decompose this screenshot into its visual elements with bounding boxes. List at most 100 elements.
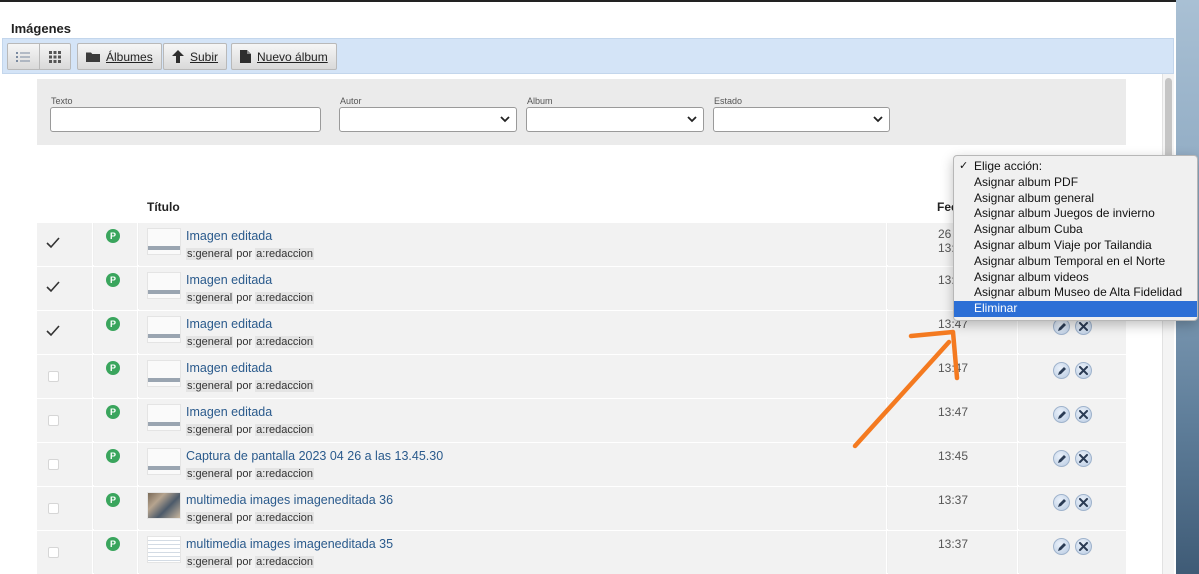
action-menu-item[interactable]: Asignar album Museo de Alta Fidelidad	[954, 285, 1197, 301]
row-select-cell[interactable]	[37, 267, 93, 310]
by-label: por	[236, 380, 253, 392]
image-thumbnail[interactable]	[147, 228, 181, 255]
row-main-cell: multimedia images imageneditada 35 s:gene…	[139, 531, 887, 574]
author-tag[interactable]: a:redaccion	[255, 380, 315, 392]
view-toggle-group	[7, 43, 71, 70]
section-tag[interactable]: s:general	[186, 336, 234, 348]
checkmark-icon[interactable]	[45, 236, 61, 250]
edit-button[interactable]	[1053, 406, 1070, 423]
action-menu-item[interactable]: Asignar album Juegos de invierno	[954, 206, 1197, 222]
row-time: 13:45	[938, 449, 969, 463]
section-tag[interactable]: s:general	[186, 248, 234, 260]
list-view-button[interactable]	[8, 44, 39, 69]
pencil-icon	[1057, 366, 1066, 375]
column-header-title[interactable]: Título	[147, 200, 180, 214]
action-menu-item-label: Asignar album videos	[974, 269, 1089, 284]
action-menu-item[interactable]: Asignar album Viaje por Tailandia	[954, 238, 1197, 254]
section-tag[interactable]: s:general	[186, 468, 234, 480]
author-tag[interactable]: a:redaccion	[255, 424, 315, 436]
image-meta: s:general por a:redaccion	[186, 336, 315, 348]
author-tag[interactable]: a:redaccion	[255, 292, 315, 304]
upload-button[interactable]: Subir	[163, 43, 228, 70]
checkmark-icon[interactable]	[45, 280, 61, 294]
row-checkbox[interactable]	[48, 415, 59, 426]
author-tag[interactable]: a:redaccion	[255, 248, 315, 260]
section-tag[interactable]: s:general	[186, 380, 234, 392]
row-select-cell[interactable]	[37, 311, 93, 354]
action-menu-item[interactable]: Asignar album videos	[954, 270, 1197, 286]
delete-button[interactable]	[1075, 450, 1092, 467]
checkmark-icon[interactable]	[45, 324, 61, 338]
image-title-link[interactable]: Imagen editada	[186, 229, 272, 243]
image-title-link[interactable]: Imagen editada	[186, 361, 272, 375]
row-time: 13:47	[938, 405, 969, 419]
image-thumbnail[interactable]	[147, 316, 181, 343]
grid-view-button[interactable]	[38, 44, 70, 69]
edit-button[interactable]	[1053, 494, 1070, 511]
image-title-link[interactable]: multimedia images imageneditada 35	[186, 537, 393, 551]
action-menu-item[interactable]: ✓ Elige acción:	[954, 159, 1197, 175]
row-select-cell[interactable]	[37, 443, 93, 486]
action-menu-item[interactable]: Asignar album Cuba	[954, 222, 1197, 238]
image-title-link[interactable]: Imagen editada	[186, 405, 272, 419]
state-filter-select[interactable]	[713, 107, 890, 132]
delete-button[interactable]	[1075, 494, 1092, 511]
author-tag[interactable]: a:redaccion	[255, 512, 315, 524]
new-album-button[interactable]: Nuevo álbum	[231, 43, 337, 70]
album-filter-select[interactable]	[526, 107, 704, 132]
pencil-icon	[1057, 542, 1066, 551]
image-title-link[interactable]: multimedia images imageneditada 36	[186, 493, 393, 507]
pencil-icon	[1057, 322, 1066, 331]
edit-button[interactable]	[1053, 362, 1070, 379]
author-tag[interactable]: a:redaccion	[255, 468, 315, 480]
image-thumbnail[interactable]	[147, 272, 181, 299]
action-menu-item[interactable]: Asignar album Temporal en el Norte	[954, 254, 1197, 270]
image-title-link[interactable]: Imagen editada	[186, 273, 272, 287]
section-tag[interactable]: s:general	[186, 424, 234, 436]
by-label: por	[236, 292, 253, 304]
action-menu-item-label: Asignar album Museo de Alta Fidelidad	[974, 285, 1183, 300]
section-tag[interactable]: s:general	[186, 292, 234, 304]
row-status-cell: P	[94, 487, 138, 530]
pencil-icon	[1057, 498, 1066, 507]
pencil-icon	[1057, 410, 1066, 419]
delete-button[interactable]	[1075, 538, 1092, 555]
published-status-badge: P	[106, 405, 120, 419]
author-filter-select[interactable]	[339, 107, 517, 132]
author-tag[interactable]: a:redaccion	[255, 556, 315, 568]
row-select-cell[interactable]	[37, 531, 93, 574]
row-checkbox[interactable]	[48, 547, 59, 558]
row-checkbox[interactable]	[48, 503, 59, 514]
action-menu-item-label: Asignar album Cuba	[974, 222, 1083, 237]
image-title-link[interactable]: Captura de pantalla 2023 04 26 a las 13.…	[186, 449, 443, 463]
delete-button[interactable]	[1075, 362, 1092, 379]
image-title-link[interactable]: Imagen editada	[186, 317, 272, 331]
delete-button[interactable]	[1075, 406, 1092, 423]
text-filter-input[interactable]	[50, 107, 321, 132]
albums-button[interactable]: Álbumes	[77, 43, 162, 70]
row-checkbox[interactable]	[48, 459, 59, 470]
author-tag[interactable]: a:redaccion	[255, 336, 315, 348]
image-thumbnail[interactable]	[147, 448, 181, 475]
row-select-cell[interactable]	[37, 487, 93, 530]
image-thumbnail[interactable]	[147, 492, 181, 519]
action-menu-item[interactable]: Asignar album general	[954, 191, 1197, 207]
by-label: por	[236, 468, 253, 480]
edit-button[interactable]	[1053, 538, 1070, 555]
row-select-cell[interactable]	[37, 355, 93, 398]
section-tag[interactable]: s:general	[186, 556, 234, 568]
row-select-cell[interactable]	[37, 399, 93, 442]
image-thumbnail[interactable]	[147, 360, 181, 387]
action-menu-item[interactable]: Asignar album PDF	[954, 175, 1197, 191]
image-thumbnail[interactable]	[147, 404, 181, 431]
vertical-scrollbar[interactable]	[1162, 74, 1174, 574]
x-icon	[1079, 366, 1088, 375]
row-checkbox[interactable]	[48, 371, 59, 382]
image-meta: s:general por a:redaccion	[186, 424, 315, 436]
edit-button[interactable]	[1053, 450, 1070, 467]
x-icon	[1079, 322, 1088, 331]
image-thumbnail[interactable]	[147, 536, 181, 563]
action-menu-item[interactable]: Eliminar	[954, 301, 1197, 317]
section-tag[interactable]: s:general	[186, 512, 234, 524]
row-select-cell[interactable]	[37, 223, 93, 266]
